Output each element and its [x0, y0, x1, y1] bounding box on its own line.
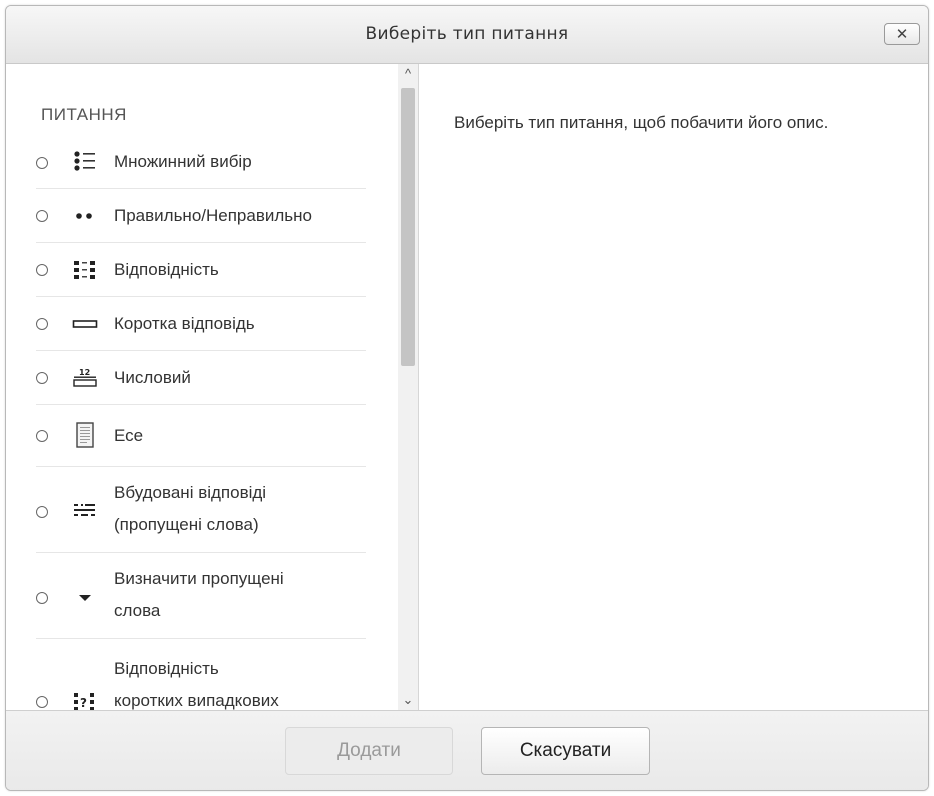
radio-matching[interactable]	[36, 264, 48, 276]
short-answer-icon	[72, 320, 98, 328]
question-type-dialog: Виберіть тип питання ✕ ПИТАННЯ Множинний…	[5, 5, 929, 791]
embedded-answers-icon	[74, 504, 95, 516]
panel-divider	[418, 64, 419, 710]
option-label-line2: слова	[114, 601, 161, 620]
radio-multiple-choice[interactable]	[36, 157, 48, 169]
radio-random-short-answer-matching[interactable]	[36, 696, 48, 708]
add-button[interactable]: Додати	[285, 727, 453, 775]
scroll-down-arrow-icon[interactable]: ⌄	[398, 690, 418, 710]
dialog-title: Виберіть тип питання	[365, 24, 569, 44]
option-embedded-answers[interactable]: Вбудовані відповіді (пропущені слова)	[36, 467, 366, 553]
radio-numerical[interactable]	[36, 372, 48, 384]
multiple-choice-icon	[74, 151, 95, 171]
option-label-line2: (пропущені слова)	[114, 515, 259, 534]
close-icon: ✕	[895, 25, 909, 43]
option-label: Множинний вибір	[114, 152, 252, 171]
option-label-line1: Вбудовані відповіді	[114, 483, 267, 502]
radio-select-missing-words[interactable]	[36, 592, 48, 604]
radio-embedded-answers[interactable]	[36, 506, 48, 518]
select-missing-words-icon	[79, 595, 91, 601]
close-button[interactable]: ✕	[884, 23, 920, 45]
option-label-line2: коротких випадкових	[114, 691, 279, 710]
radio-essay[interactable]	[36, 430, 48, 442]
option-label-line1: Відповідність	[114, 659, 219, 678]
dialog-header: Виберіть тип питання ✕	[6, 6, 928, 64]
option-multiple-choice[interactable]: Множинний вибір	[36, 135, 366, 189]
option-essay[interactable]: Есе	[36, 405, 366, 467]
numerical-icon: 12	[73, 368, 97, 387]
option-true-false[interactable]: Правильно/Неправильно	[36, 189, 366, 243]
options-scrollbar[interactable]: ^ ⌄	[398, 64, 418, 710]
question-type-description: Виберіть тип питання, щоб побачити його …	[454, 113, 829, 132]
svg-text:12: 12	[79, 368, 90, 377]
option-label: Числовий	[114, 368, 191, 387]
dialog-body: ПИТАННЯ Множинний вибір Правильно/Неправ…	[6, 64, 928, 710]
option-select-missing-words[interactable]: Визначити пропущені слова	[36, 553, 366, 639]
option-label: Відповідність	[114, 260, 219, 279]
random-short-answer-matching-icon: ?	[74, 693, 94, 710]
option-label: Правильно/Неправильно	[114, 206, 312, 225]
option-label: Коротка відповідь	[114, 314, 255, 333]
option-label: Есе	[114, 426, 144, 445]
cancel-button[interactable]: Скасувати	[481, 727, 650, 775]
question-type-list: ПИТАННЯ Множинний вибір Правильно/Неправ…	[6, 64, 398, 710]
scroll-thumb[interactable]	[401, 88, 415, 366]
option-label-line1: Визначити пропущені	[114, 569, 284, 588]
radio-true-false[interactable]	[36, 210, 48, 222]
option-random-short-answer-matching[interactable]: ? Відповідність коротких випадкових	[36, 639, 366, 710]
true-false-icon	[76, 213, 92, 219]
section-heading: ПИТАННЯ	[41, 105, 127, 124]
radio-short-answer[interactable]	[36, 318, 48, 330]
option-numerical[interactable]: 12 Числовий	[36, 351, 366, 405]
matching-icon	[74, 261, 95, 279]
svg-text:?: ?	[80, 696, 87, 710]
dialog-footer: Додати Скасувати	[6, 710, 928, 790]
option-short-answer[interactable]: Коротка відповідь	[36, 297, 366, 351]
essay-icon	[76, 422, 94, 448]
option-matching[interactable]: Відповідність	[36, 243, 366, 297]
scroll-up-arrow-icon[interactable]: ^	[398, 64, 418, 84]
